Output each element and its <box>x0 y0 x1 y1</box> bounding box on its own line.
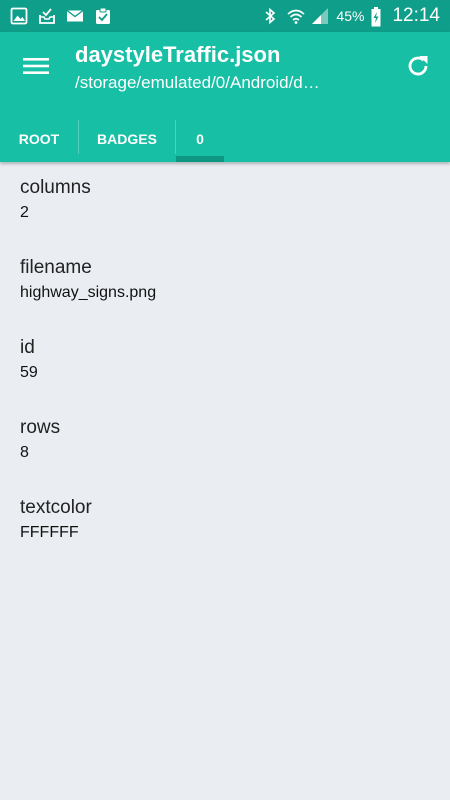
file-path: /storage/emulated/0/Android/d… <box>75 73 320 92</box>
refresh-button[interactable] <box>400 52 436 84</box>
field-key: columns <box>20 177 91 198</box>
bluetooth-icon <box>261 7 279 25</box>
title-block: daystyleTraffic.json /storage/emulated/0… <box>75 40 395 96</box>
field-key: textcolor <box>20 497 92 518</box>
wifi-icon <box>286 7 305 25</box>
field-value: 59 <box>20 364 38 381</box>
mail-icon <box>66 7 84 25</box>
file-title: daystyleTraffic.json <box>75 42 281 67</box>
status-bar: 45% 12:14 <box>0 0 450 32</box>
list-item[interactable]: filename highway_signs.png <box>20 256 430 336</box>
json-field-list: columns 2 filename highway_signs.png id … <box>0 162 450 576</box>
clipboard-check-icon <box>94 7 112 25</box>
tab-0-label: 0 <box>196 131 204 147</box>
list-item[interactable]: rows 8 <box>20 416 430 496</box>
battery-charging-icon <box>371 7 381 27</box>
status-left-icons <box>10 7 112 25</box>
field-value: FFFFFF <box>20 524 79 541</box>
tab-0[interactable]: 0 <box>176 116 224 162</box>
tray-icon <box>38 7 56 25</box>
tab-root[interactable]: ROOT <box>0 116 78 162</box>
signal-icon <box>311 7 329 25</box>
battery-percent: 45% <box>336 8 365 24</box>
list-item[interactable]: id 59 <box>20 336 430 416</box>
hamburger-menu-icon <box>23 56 49 81</box>
field-key: rows <box>20 417 61 438</box>
menu-button[interactable] <box>16 52 56 84</box>
tab-bar: ROOT BADGES 0 <box>0 116 224 162</box>
tab-badges[interactable]: BADGES <box>79 116 175 162</box>
tab-root-label: ROOT <box>18 131 60 147</box>
field-key: filename <box>20 257 92 278</box>
gallery-icon <box>10 7 28 25</box>
tab-badges-label: BADGES <box>97 131 157 147</box>
refresh-icon <box>404 52 432 85</box>
field-value: 2 <box>20 204 29 221</box>
app-bar: daystyleTraffic.json /storage/emulated/0… <box>0 32 450 162</box>
list-item[interactable]: textcolor FFFFFF <box>20 496 430 576</box>
field-value: highway_signs.png <box>20 284 157 301</box>
list-item[interactable]: columns 2 <box>20 176 430 256</box>
field-value: 8 <box>20 444 29 461</box>
field-key: id <box>20 337 35 358</box>
clock: 12:14 <box>392 5 440 26</box>
status-right-icons: 45% 12:14 <box>261 5 440 27</box>
